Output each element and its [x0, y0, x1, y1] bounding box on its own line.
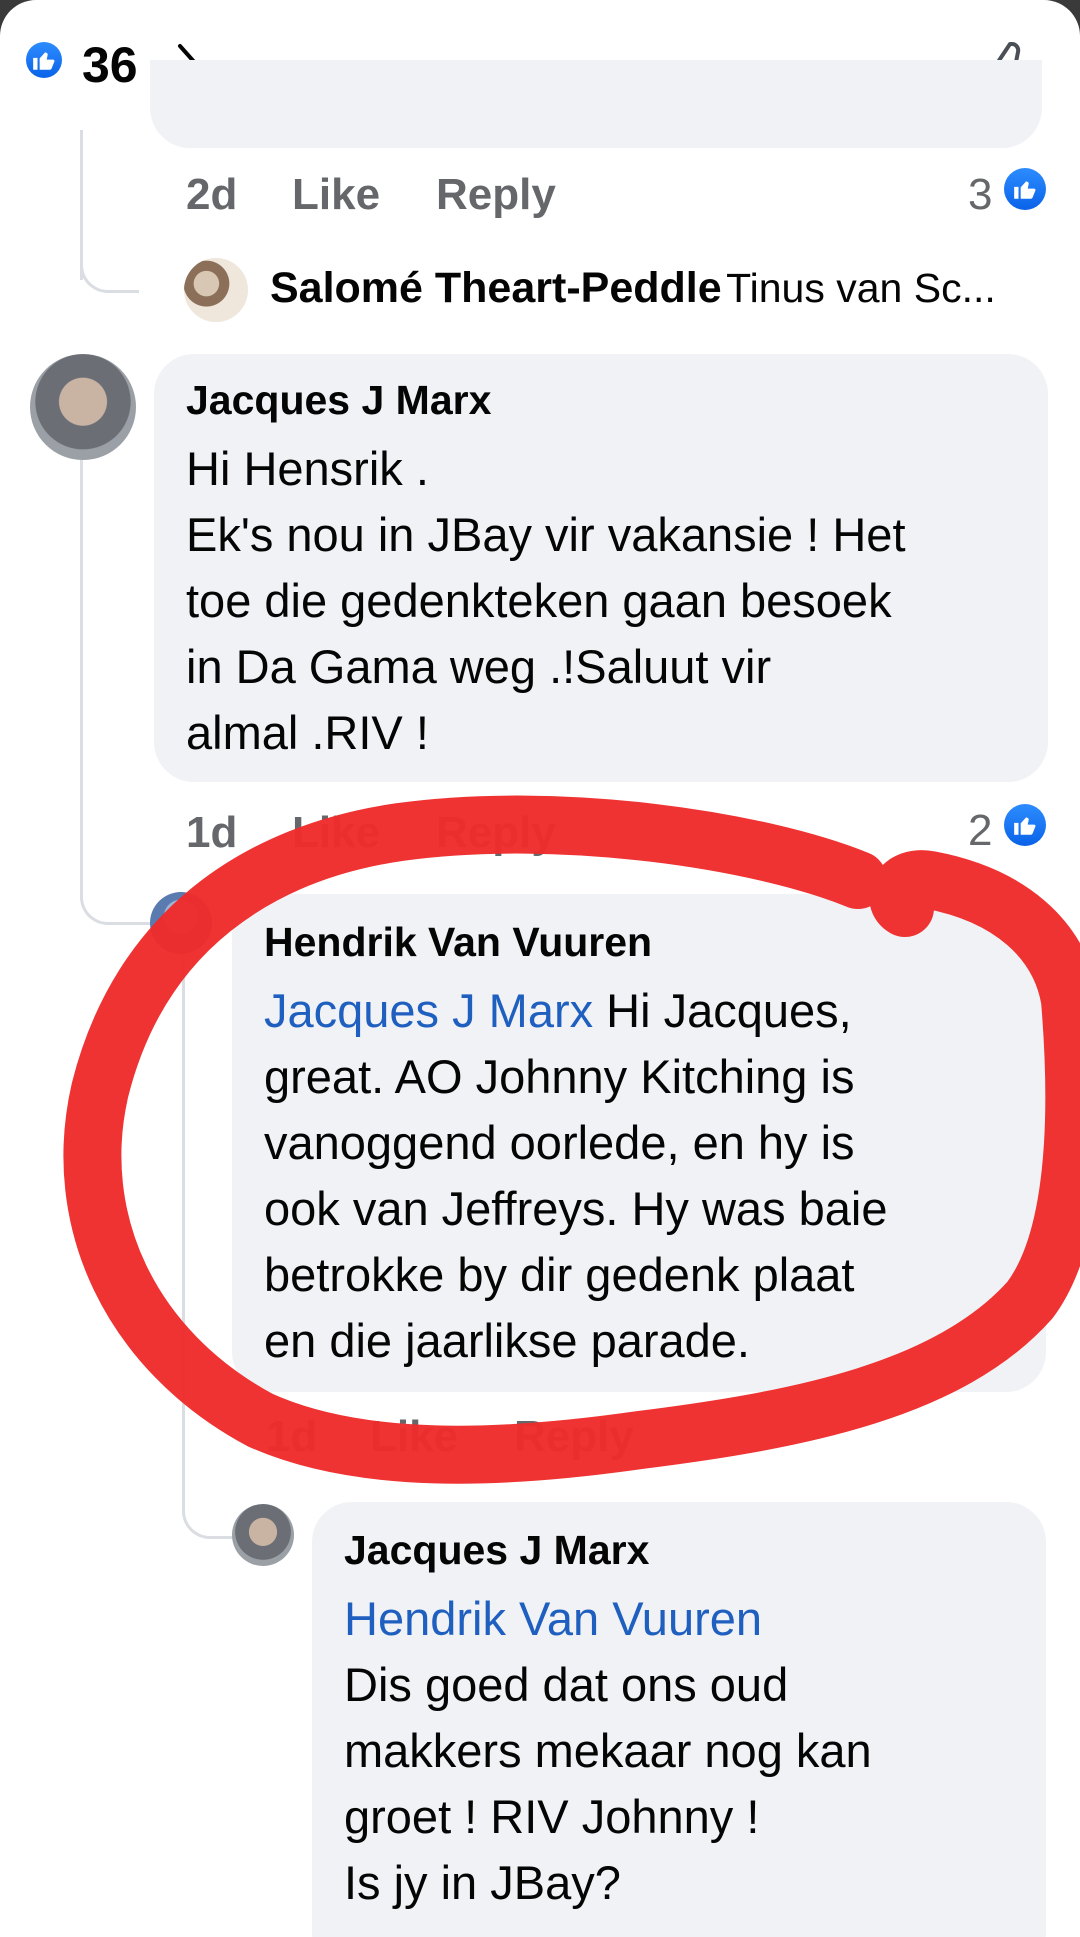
annotation-circle [63, 795, 1080, 1484]
comments-page: 36 2d Like Reply 3 Salomé Theart-Peddle … [0, 0, 1080, 1937]
